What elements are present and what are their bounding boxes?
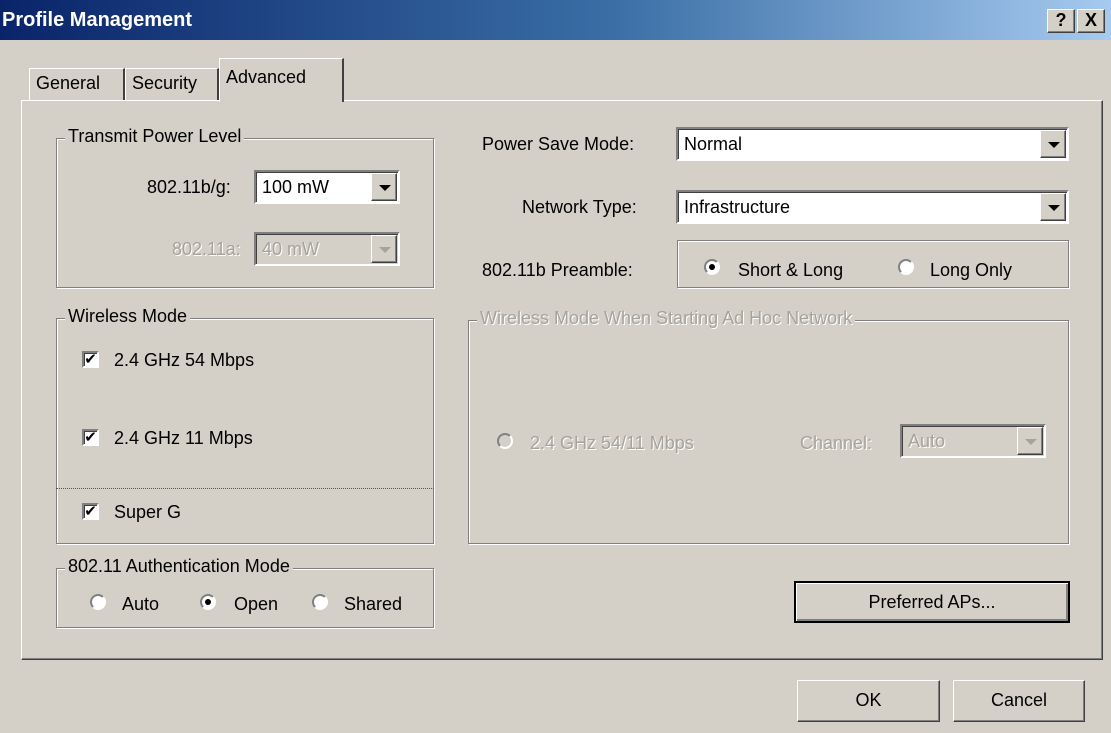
a-power-select[interactable]: 40 mW (254, 232, 400, 266)
auth-mode-legend: 802.11 Authentication Mode (65, 556, 293, 577)
chevron-down-icon (1025, 439, 1037, 445)
wireless-mode-legend: Wireless Mode (65, 306, 191, 327)
auth-open-radio[interactable] (200, 594, 216, 610)
close-icon: X (1084, 10, 1097, 30)
window-title: Profile Management (2, 9, 193, 31)
check-icon: ✔ (84, 351, 97, 368)
super-g-separator (56, 488, 434, 489)
mode-54mbps-label[interactable]: 2.4 GHz 54 Mbps (114, 350, 254, 371)
channel-label: Channel: (800, 433, 873, 453)
channel-value: Auto (908, 431, 946, 451)
network-type-label: Network Type: (522, 197, 637, 217)
bg-power-select[interactable]: 100 mW (254, 170, 400, 204)
chevron-down-icon (379, 247, 391, 253)
power-save-select[interactable]: Normal (676, 127, 1069, 161)
tab-advanced[interactable]: Advanced (219, 58, 344, 102)
power-save-value: Normal (684, 134, 743, 154)
bg-power-label: 802.11b/g: (147, 177, 231, 197)
a-power-label: 802.11a: (172, 239, 241, 259)
transmit-power-legend: Transmit Power Level (65, 126, 245, 147)
tab-security[interactable]: Security (125, 68, 219, 100)
power-save-dropdown-button[interactable] (1040, 130, 1066, 158)
super-g-label[interactable]: Super G (114, 502, 181, 523)
mode-11mbps-label[interactable]: 2.4 GHz 11 Mbps (114, 428, 253, 449)
chevron-down-icon (1048, 205, 1060, 211)
preamble-short-long-radio[interactable] (704, 259, 720, 275)
title-bar[interactable]: Profile Management ? X (0, 0, 1111, 40)
adhoc-54-11-radio[interactable] (497, 433, 513, 449)
channel-dropdown-button[interactable] (1017, 427, 1043, 455)
preamble-long-only-label[interactable]: Long Only (930, 260, 1012, 281)
close-button[interactable]: X (1077, 9, 1105, 33)
auth-shared-label[interactable]: Shared (344, 594, 402, 615)
cancel-button[interactable]: Cancel (953, 680, 1085, 722)
auth-shared-radio[interactable] (312, 594, 328, 610)
preamble-long-only-radio[interactable] (898, 259, 914, 275)
adhoc-mode-legend: Wireless Mode When Starting Ad Hoc Netwo… (477, 308, 856, 329)
chevron-down-icon (379, 185, 391, 191)
profile-management-dialog: Profile Management ? X General Security … (0, 0, 1111, 733)
chevron-down-icon (1048, 142, 1060, 148)
ok-button[interactable]: OK (797, 680, 940, 722)
auth-auto-label[interactable]: Auto (122, 594, 159, 615)
bg-power-value: 100 mW (262, 177, 330, 197)
auth-auto-radio[interactable] (90, 594, 106, 610)
check-icon: ✔ (84, 503, 97, 520)
a-power-value: 40 mW (262, 239, 320, 259)
help-button[interactable]: ? (1047, 9, 1075, 33)
radio-selected-dot (205, 599, 211, 605)
network-type-value: Infrastructure (684, 197, 791, 217)
a-power-dropdown-button[interactable] (371, 235, 397, 263)
radio-selected-dot (709, 264, 715, 270)
auth-open-label[interactable]: Open (234, 594, 278, 615)
bg-power-dropdown-button[interactable] (371, 173, 397, 201)
preamble-short-long-label[interactable]: Short & Long (738, 260, 843, 281)
preamble-label: 802.11b Preamble: (482, 260, 633, 280)
mode-54mbps-checkbox[interactable]: ✔ (82, 351, 99, 368)
mode-11mbps-checkbox[interactable]: ✔ (82, 429, 99, 446)
preferred-aps-button[interactable]: Preferred APs... (794, 581, 1070, 623)
channel-select[interactable]: Auto (900, 424, 1046, 458)
network-type-dropdown-button[interactable] (1040, 193, 1066, 221)
adhoc-54-11-label[interactable]: 2.4 GHz 54/11 Mbps (530, 433, 694, 454)
network-type-select[interactable]: Infrastructure (676, 190, 1069, 224)
check-icon: ✔ (84, 429, 97, 446)
help-icon: ? (1055, 10, 1067, 30)
power-save-label: Power Save Mode: (482, 134, 635, 154)
super-g-checkbox[interactable]: ✔ (82, 503, 99, 520)
tab-general[interactable]: General (29, 68, 125, 100)
